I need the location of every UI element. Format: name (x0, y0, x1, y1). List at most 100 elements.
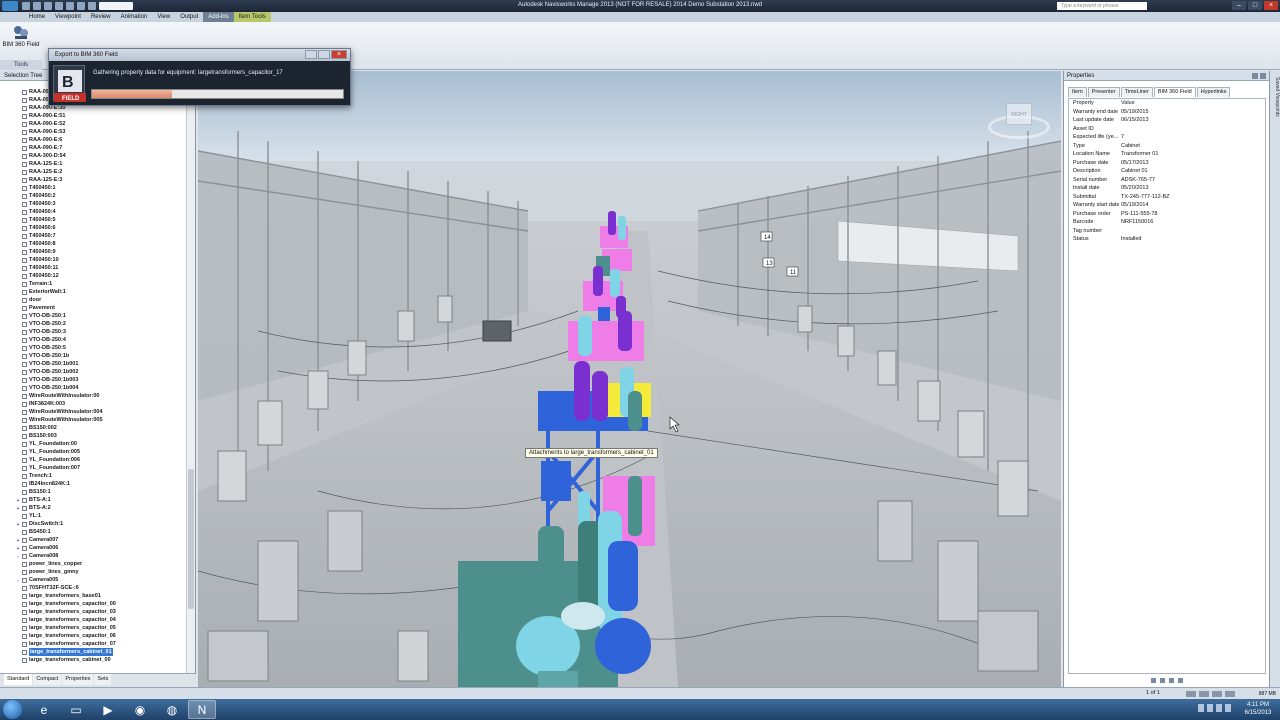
tree-node[interactable]: WireRouteWithInsulator:00 (4, 392, 186, 400)
property-row[interactable]: Last update date 06/15/2013 (1069, 116, 1265, 125)
tree-node[interactable]: Trench:1 (4, 472, 186, 480)
tree-node[interactable]: + Camera007 (4, 536, 186, 544)
tree-expander-icon[interactable]: - (14, 553, 22, 560)
dialog-close-button[interactable]: × (331, 50, 347, 59)
navisworks-taskbar-icon[interactable]: N (188, 700, 216, 719)
taskbar-clock[interactable]: 4:11 PM 6/15/2013 (1238, 701, 1278, 717)
tree-expander-icon[interactable]: + (14, 497, 22, 504)
pin-icon[interactable] (1252, 73, 1258, 79)
firefox-taskbar-icon[interactable]: ◍ (158, 700, 186, 719)
tree-node[interactable]: 70SFHT32F-SCE-:6 (4, 584, 186, 592)
properties-tab-item[interactable]: Item (1068, 87, 1087, 97)
property-row[interactable]: Type Cabinet (1069, 142, 1265, 151)
tree-node[interactable]: VTO-DB-250:5 (4, 344, 186, 352)
tree-node[interactable]: WireRouteWithInsulator:005 (4, 416, 186, 424)
close-button[interactable]: × (1264, 1, 1278, 10)
tree-node[interactable]: T450450:3 (4, 200, 186, 208)
maximize-button[interactable]: □ (1248, 1, 1262, 10)
bim-360-field-button[interactable]: BIM 360 Field (2, 24, 40, 60)
ribbon-tab-output[interactable]: Output (175, 12, 203, 22)
property-row[interactable]: Submittal TX-245-777-112-BZ (1069, 193, 1265, 202)
tree-scrollbar[interactable] (186, 81, 195, 673)
tree-node[interactable]: - Camera005 (4, 576, 186, 584)
tree-node[interactable]: ExteriorWall:1 (4, 288, 186, 296)
tree-node[interactable]: BS150:003 (4, 432, 186, 440)
tree-node[interactable]: RAA-090-E:53 (4, 128, 186, 136)
property-row[interactable]: Expected life (ye... 7 (1069, 133, 1265, 142)
property-row[interactable]: Install date 05/20/2013 (1069, 184, 1265, 193)
tree-node[interactable]: VTO-DB-250:1b004 (4, 384, 186, 392)
tree-node[interactable]: T450450:8 (4, 240, 186, 248)
tree-tab-properties[interactable]: Properties (62, 674, 94, 685)
start-button[interactable] (3, 700, 22, 719)
tree-node[interactable]: - Camera008 (4, 552, 186, 560)
tree-node[interactable]: T450450:9 (4, 248, 186, 256)
tree-node[interactable]: RAA-125-E:3 (4, 176, 186, 184)
media-player-taskbar-icon[interactable]: ▶ (94, 700, 122, 719)
tree-expander-icon[interactable]: + (14, 505, 22, 512)
tree-node[interactable]: RAA-125-E:2 (4, 168, 186, 176)
prev-page-icon[interactable] (1160, 677, 1165, 683)
tray-icon[interactable] (1207, 704, 1213, 712)
network-icon[interactable] (1216, 704, 1222, 712)
tree-node[interactable]: T450450:5 (4, 216, 186, 224)
saved-viewpoints-strip[interactable]: Saved Viewpoints (1269, 71, 1280, 687)
tree-node[interactable]: power_lines_gmny (4, 568, 186, 576)
tree-node[interactable]: large_transformers_capacitor_00 (4, 600, 186, 608)
tree-node[interactable]: VTO-DB-250:3 (4, 328, 186, 336)
tree-node[interactable]: VTO-DB-250:1b (4, 352, 186, 360)
property-row[interactable]: Purchase order PS-111-555-78 (1069, 210, 1265, 219)
tree-node[interactable]: BS150:002 (4, 424, 186, 432)
properties-tab-hyperlinks[interactable]: Hyperlinks (1196, 87, 1231, 97)
tree-node[interactable]: Pavement (4, 304, 186, 312)
tree-tab-sets[interactable]: Sets (94, 674, 112, 685)
tree-node[interactable]: VTO-DB-250:1b001 (4, 360, 186, 368)
scrollbar-thumb[interactable] (188, 469, 194, 609)
tray-icon[interactable] (1198, 704, 1204, 712)
tree-tab-compact[interactable]: Compact (33, 674, 62, 685)
dialog-maximize-button[interactable] (318, 50, 330, 59)
property-row[interactable]: Barcode NRF1150016 (1069, 218, 1265, 227)
tree-node[interactable]: INF3824K:003 (4, 400, 186, 408)
tree-node[interactable]: large_transformers_cabinet_01 (4, 648, 186, 656)
tree-node[interactable]: VTO-DB-250:1 (4, 312, 186, 320)
next-page-icon[interactable] (1169, 677, 1174, 683)
viewcube[interactable]: RIGHT (984, 95, 1054, 145)
tree-node[interactable]: RAA-300-D:54 (4, 152, 186, 160)
tree-node[interactable]: T450450:7 (4, 232, 186, 240)
tree-node[interactable]: T450450:10 (4, 256, 186, 264)
properties-tab-timeliner[interactable]: TimeLiner (1120, 87, 1153, 97)
property-row[interactable]: Purchase date 05/17/2013 (1069, 159, 1265, 168)
tree-node[interactable]: door (4, 296, 186, 304)
property-row[interactable]: Warranty start date 05/19/2014 (1069, 201, 1265, 210)
volume-icon[interactable] (1225, 704, 1231, 712)
tree-node[interactable]: large_transformers_capacitor_05 (4, 624, 186, 632)
tree-node[interactable]: RAA-090-E:6 (4, 136, 186, 144)
ribbon-tab-home[interactable]: Home (24, 12, 50, 22)
tree-node[interactable]: T450450:6 (4, 224, 186, 232)
tree-node[interactable]: RAA-125-E:1 (4, 160, 186, 168)
tree-node[interactable]: large_transformers_capacitor_03 (4, 608, 186, 616)
tree-node[interactable]: large_transformers_capacitor_04 (4, 616, 186, 624)
tree-node[interactable]: RAA-090-E:51 (4, 112, 186, 120)
property-row[interactable]: Location Name Transformer 01 (1069, 150, 1265, 159)
tree-node[interactable]: YL_Foundation:005 (4, 448, 186, 456)
properties-tab-bim-360-field[interactable]: BIM 360 Field (1153, 87, 1196, 97)
ribbon-tab-add-ins[interactable]: Add-ins (203, 12, 234, 22)
tree-node[interactable]: VTO-DB-250:1b002 (4, 368, 186, 376)
tree-node[interactable]: large_transformers_cabinet_00 (4, 656, 186, 664)
tree-node[interactable]: large_transformers_capacitor_06 (4, 632, 186, 640)
minimize-button[interactable]: – (1232, 1, 1246, 10)
viewcube-face[interactable]: RIGHT (1006, 103, 1032, 125)
tree-expander-icon[interactable]: - (14, 577, 22, 584)
tree-node[interactable]: YL:1 (4, 512, 186, 520)
tree-node[interactable]: T450450:2 (4, 192, 186, 200)
property-row[interactable]: Tag number (1069, 227, 1265, 236)
tree-node[interactable]: BS150:1 (4, 488, 186, 496)
tree-node[interactable]: RAA-090-E:7 (4, 144, 186, 152)
tree-node[interactable]: T450450:4 (4, 208, 186, 216)
properties-tab-presenter[interactable]: Presenter (1087, 87, 1120, 97)
tree-node[interactable]: + DiscSwitch:1 (4, 520, 186, 528)
tree-expander-icon[interactable]: + (14, 521, 22, 528)
dialog-minimize-button[interactable] (305, 50, 317, 59)
